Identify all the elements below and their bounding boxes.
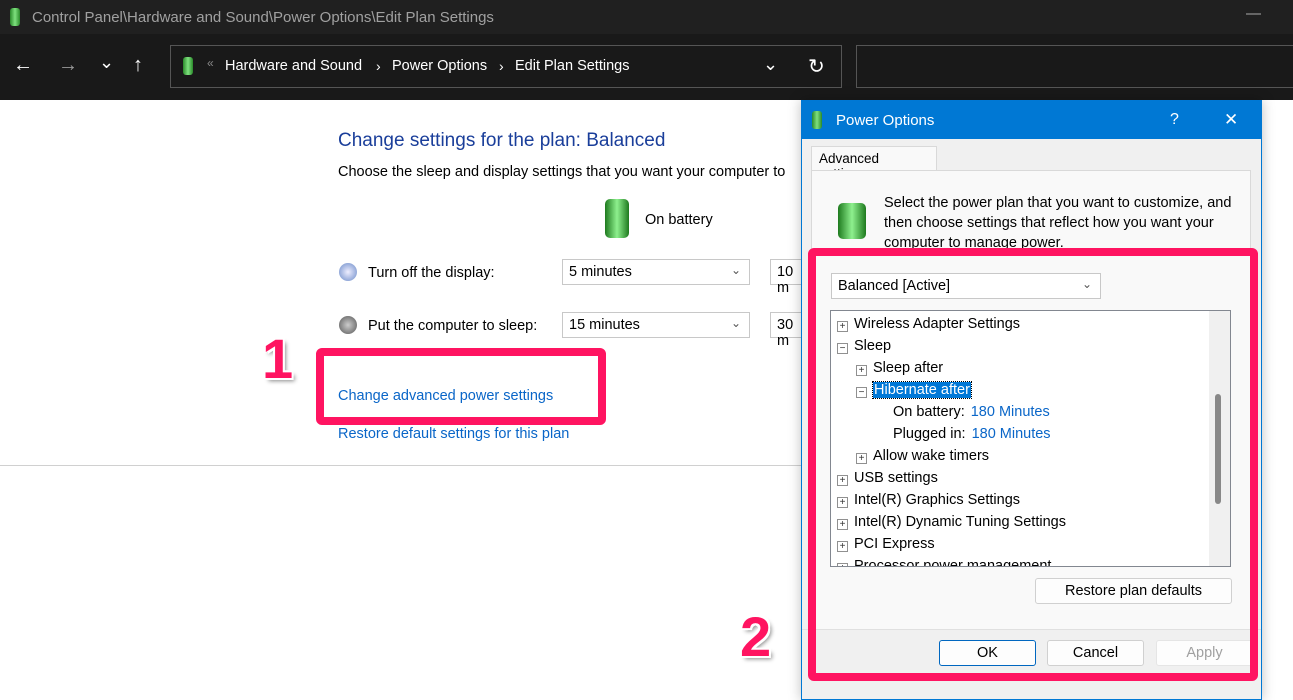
page-title: Change settings for the plan: Balanced xyxy=(338,130,666,151)
minimize-icon[interactable]: — xyxy=(1246,5,1261,22)
divider xyxy=(0,465,801,466)
display-on-battery-select[interactable]: 5 minutes ⌄ xyxy=(562,259,750,285)
control-panel-icon xyxy=(183,57,193,75)
display-icon xyxy=(339,263,357,281)
forward-button[interactable]: → xyxy=(58,54,78,77)
chevron-down-icon: ⌄ xyxy=(730,316,741,330)
battery-icon xyxy=(605,199,629,238)
back-button[interactable]: ← xyxy=(13,54,33,77)
select-value: 5 minutes xyxy=(569,264,632,280)
annotation-box-2 xyxy=(808,248,1258,681)
recent-locations-button[interactable]: ⌄ xyxy=(99,52,114,73)
change-advanced-power-settings-link[interactable]: Change advanced power settings xyxy=(338,388,553,404)
power-options-icon xyxy=(812,111,822,129)
select-value: 10 m xyxy=(777,264,794,296)
overflow-icon[interactable]: « xyxy=(207,56,214,70)
on-battery-header: On battery xyxy=(645,212,713,228)
restore-default-settings-link[interactable]: Restore default settings for this plan xyxy=(338,426,569,442)
breadcrumb-separator: › xyxy=(376,58,381,74)
window-titlebar: Control Panel\Hardware and Sound\Power O… xyxy=(0,0,1293,34)
select-value: 30 m xyxy=(777,317,794,349)
window-title: Control Panel\Hardware and Sound\Power O… xyxy=(32,9,494,26)
dialog-description: Select the power plan that you want to c… xyxy=(884,195,1232,251)
dialog-title: Power Options xyxy=(836,112,935,129)
page-subtitle: Choose the sleep and display settings th… xyxy=(338,164,786,180)
dialog-titlebar: Power Options ? ✕ xyxy=(802,101,1261,139)
chevron-down-icon: ⌄ xyxy=(730,263,741,277)
close-button[interactable]: ✕ xyxy=(1224,110,1238,130)
annotation-step-2: 2 xyxy=(740,605,772,668)
sleep-on-battery-select[interactable]: 15 minutes ⌄ xyxy=(562,312,750,338)
breadcrumb-separator: › xyxy=(499,58,504,74)
battery-plug-icon xyxy=(838,203,866,239)
tab-advanced-settings[interactable]: Advanced settings xyxy=(811,146,937,181)
help-button[interactable]: ? xyxy=(1170,111,1179,129)
address-dropdown-icon[interactable]: ⌄ xyxy=(763,54,778,75)
up-button[interactable]: ↑ xyxy=(133,54,143,77)
breadcrumb-edit-plan-settings[interactable]: Edit Plan Settings xyxy=(515,58,629,74)
search-input[interactable] xyxy=(856,45,1293,88)
navigation-bar: ← → ⌄ ↑ « Hardware and Sound › Power Opt… xyxy=(0,34,1293,100)
annotation-step-1: 1 xyxy=(262,327,294,390)
select-value: 15 minutes xyxy=(569,317,640,333)
breadcrumb-hardware-and-sound[interactable]: Hardware and Sound xyxy=(225,58,362,74)
sleep-label: Put the computer to sleep: xyxy=(368,318,538,334)
breadcrumb-power-options[interactable]: Power Options xyxy=(392,58,487,74)
address-bar[interactable]: « Hardware and Sound › Power Options › E… xyxy=(170,45,842,88)
annotation-box-1 xyxy=(316,348,606,425)
refresh-button[interactable]: ↻ xyxy=(808,54,825,79)
display-label: Turn off the display: xyxy=(368,265,495,281)
power-options-icon xyxy=(10,8,20,26)
sleep-icon xyxy=(339,316,357,334)
